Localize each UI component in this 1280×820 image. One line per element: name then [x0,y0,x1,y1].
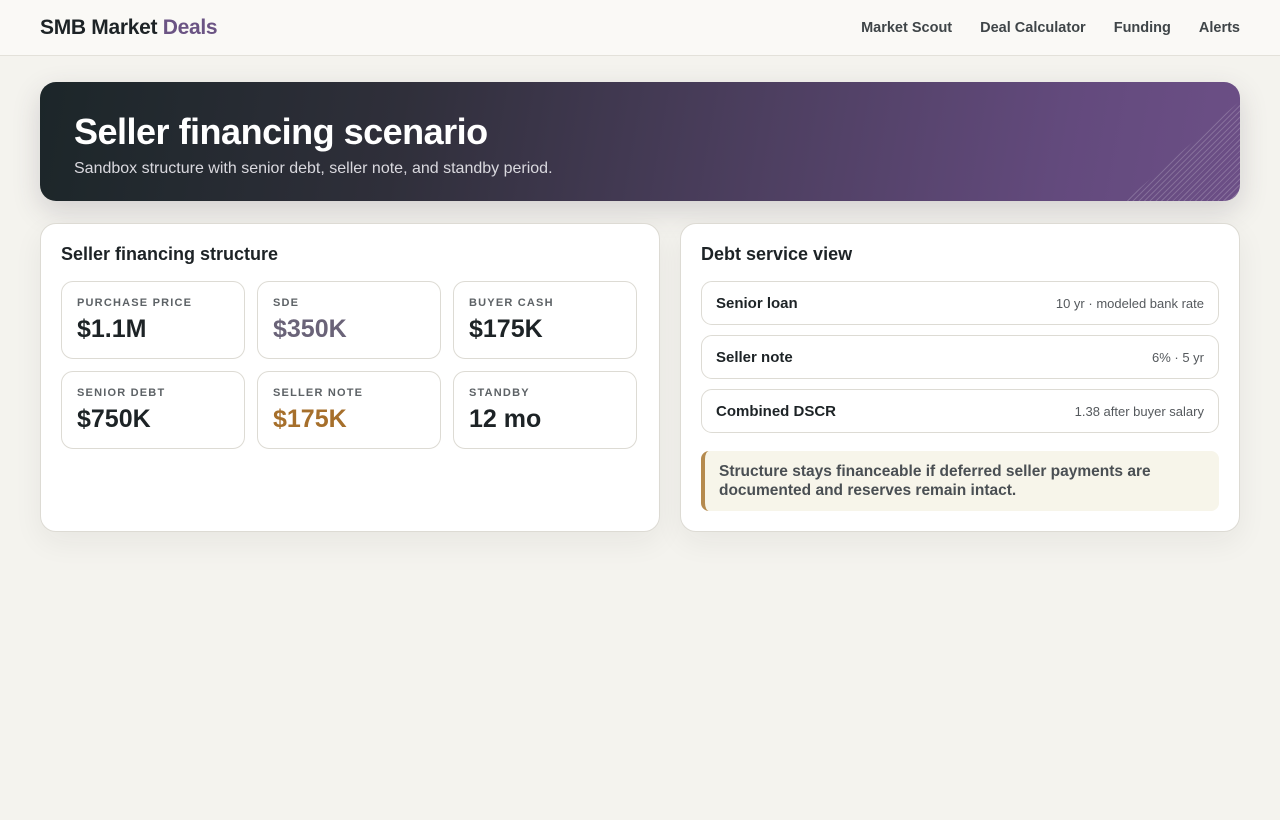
page-subtitle: Sandbox structure with senior debt, sell… [74,159,553,177]
debt-row-seller-note: Seller note 6% · 5 yr [701,335,1219,379]
brand-logo[interactable]: SMB Market Deals [40,15,218,40]
metric-label: Seller note [273,387,364,399]
structure-card: Seller financing structure Purchase pric… [40,223,660,532]
metric-buyer-cash: Buyer cash $175K [453,281,637,359]
brand-name-accent: Deals [162,15,218,39]
debt-row-label: Senior loan [716,294,798,312]
metric-value: $1.1M [77,315,147,343]
metric-label: Standby [469,387,530,399]
metric-purchase-price: Purchase price $1.1M [61,281,245,359]
nav-alerts[interactable]: Alerts [1199,20,1240,36]
page-title: Seller financing scenario [74,111,488,152]
metric-label: Purchase price [77,297,193,309]
nav-market-scout[interactable]: Market Scout [861,20,952,36]
metric-value: 12 mo [469,405,542,433]
hero-banner: Seller financing scenario Sandbox struct… [40,82,1240,201]
debt-row-combined-dscr: Combined DSCR 1.38 after buyer salary [701,389,1219,433]
top-navbar: SMB Market Deals Market Scout Deal Calcu… [0,0,1280,56]
metric-value: $175K [469,315,543,343]
nav-funding[interactable]: Funding [1114,20,1171,36]
debt-row-label: Combined DSCR [716,402,836,420]
metric-label: Senior debt [77,387,166,399]
metric-label: SDE [273,297,300,309]
main-nav: Market Scout Deal Calculator Funding Ale… [861,20,1240,36]
debt-row-value: 10 yr · modeled bank rate [1055,295,1204,311]
debt-row-senior-loan: Senior loan 10 yr · modeled bank rate [701,281,1219,325]
debt-row-value: 1.38 after buyer salary [1074,403,1204,419]
metric-seller-note: Seller note $175K [257,371,441,449]
metric-standby: Standby 12 mo [453,371,637,449]
metric-label: Buyer cash [469,297,554,309]
metric-senior-debt: Senior debt $750K [61,371,245,449]
brand-name: SMB Market [40,15,158,39]
metric-value: $350K [273,315,347,343]
structure-card-title: Seller financing structure [61,244,279,264]
metric-value: $175K [273,405,347,433]
metrics-grid: Purchase price $1.1M SDE $350K Buyer cas… [61,281,639,449]
debt-service-title: Debt service view [701,244,853,264]
debt-service-card: Debt service view Senior loan 10 yr · mo… [680,223,1240,532]
debt-row-value: 6% · 5 yr [1151,349,1204,365]
metric-value: $750K [77,405,151,433]
nav-deal-calculator[interactable]: Deal Calculator [980,20,1086,36]
debt-row-label: Seller note [716,348,793,366]
financing-note-callout: Structure stays financeable if deferred … [701,451,1219,512]
metric-sde: SDE $350K [257,281,441,359]
